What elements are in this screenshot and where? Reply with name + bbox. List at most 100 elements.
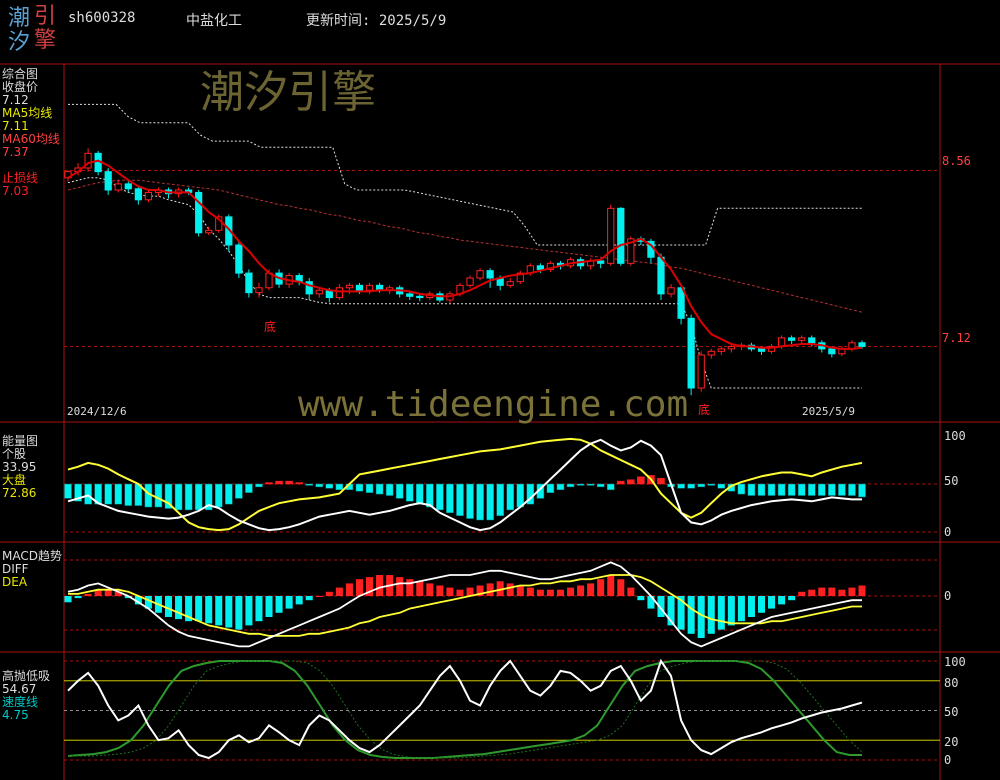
energy-bar (335, 483, 344, 491)
macd-bar (828, 587, 836, 596)
macd-bar (64, 596, 72, 603)
energy-bar (596, 483, 605, 488)
macd-bar (245, 596, 253, 626)
candle-body (677, 287, 685, 319)
candle-body (657, 256, 665, 295)
candle-body (798, 337, 806, 341)
macd-bar (768, 596, 776, 609)
macd-bar (788, 596, 796, 601)
energy-bar (737, 483, 746, 495)
macd-bar (305, 596, 313, 601)
energy-panel-labels: 能量图 个股 33.95 大盘 72.86 (2, 435, 38, 500)
energy-bar (677, 483, 685, 489)
macd-tick-0: 0 (944, 589, 952, 603)
candle-body (195, 191, 203, 234)
candle-body (536, 265, 544, 270)
macd-bar (808, 589, 816, 596)
candle-body (687, 317, 695, 389)
energy-bar (355, 483, 364, 492)
macd-bar (546, 589, 554, 596)
candle-body (607, 207, 615, 264)
macd-bar (597, 579, 605, 596)
energy-bar (174, 483, 183, 511)
macd-bar (707, 596, 715, 634)
candle-body (667, 287, 675, 295)
macd-bar (737, 596, 745, 622)
energy-bar (697, 483, 705, 488)
macd-bar (697, 596, 705, 638)
gaop-tick-20: 20 (944, 735, 959, 749)
candle-body (808, 337, 816, 344)
candle-body (355, 284, 364, 291)
macd-bar (436, 585, 444, 596)
energy-bar (757, 483, 766, 496)
energy-bar (546, 483, 555, 493)
macd-bar (778, 596, 786, 605)
energy-bar (365, 483, 374, 493)
macd-bar (406, 579, 414, 596)
energy-bar (606, 483, 615, 491)
energy-bar (767, 483, 776, 496)
candle-body (858, 342, 866, 347)
candle-body (144, 191, 153, 201)
bottom-marker: 底 (698, 403, 711, 417)
energy-bar (807, 483, 816, 496)
energy-bar (275, 480, 283, 485)
candle-body (315, 289, 323, 295)
candle-body (124, 183, 132, 190)
gaop-tick-80: 80 (944, 676, 959, 690)
macd-bar (396, 577, 404, 596)
energy-bar (466, 483, 474, 519)
macd-bar (355, 579, 363, 596)
energy-bar (838, 483, 846, 496)
gaop-line (67, 658, 863, 760)
macd-bar (577, 585, 585, 596)
macd-panel-labels: MACD趋势 DIFF DEA (2, 550, 62, 589)
energy-bar (818, 483, 826, 496)
energy-bar (245, 483, 253, 493)
energy-bar (627, 479, 635, 485)
candle-body (757, 348, 766, 352)
energy-bar (456, 483, 464, 516)
panel-label: 4.75 (2, 708, 29, 722)
macd-bar (587, 583, 595, 596)
candle-body (717, 348, 725, 352)
macd-bar (727, 596, 735, 626)
candle-body (335, 287, 343, 299)
price-level-high: 8.56 (942, 154, 971, 168)
candle-body (788, 337, 796, 341)
energy-bar (375, 483, 384, 495)
energy-bar (486, 483, 494, 521)
macd-bar (858, 585, 866, 596)
date-end: 2025/5/9 (802, 405, 855, 418)
energy-bar (64, 483, 72, 499)
energy-bar (707, 483, 716, 486)
candle-body (828, 348, 836, 355)
candle-body (245, 272, 253, 294)
macd-bar (747, 596, 755, 617)
macd-bar (175, 596, 183, 620)
macd-bar (627, 587, 635, 596)
energy-bar (657, 477, 665, 485)
candle-body (597, 260, 605, 264)
energy-bar (787, 483, 796, 496)
energy-tick-0: 0 (944, 525, 952, 539)
candle-body (255, 287, 263, 294)
energy-tick-50: 50 (944, 474, 959, 488)
energy-bar (124, 483, 133, 506)
energy-bar (858, 483, 866, 498)
macd-bar (556, 589, 564, 596)
watermark-url: www.tideengine.com (298, 384, 689, 425)
energy-bar (576, 483, 585, 486)
panel-label: 72.86 (2, 486, 37, 500)
energy-bar (385, 483, 394, 496)
energy-bar (506, 483, 514, 511)
candle-body (205, 229, 213, 234)
energy-bar (556, 483, 565, 491)
energy-bar (405, 483, 414, 502)
macd-bar (335, 587, 343, 596)
macd-bar (637, 596, 645, 601)
macd-bar (687, 596, 695, 634)
candle-body (235, 244, 243, 274)
macd-bar (607, 575, 615, 596)
